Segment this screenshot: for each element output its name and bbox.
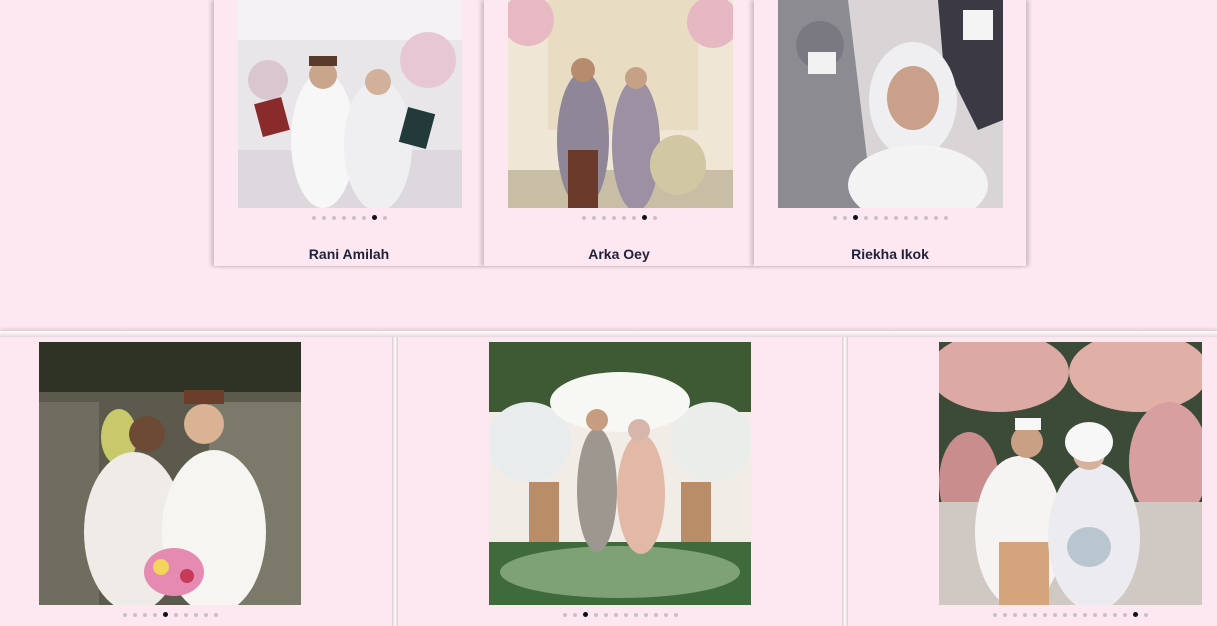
- carousel-dot-active[interactable]: [852, 215, 858, 220]
- carousel-dot[interactable]: [1053, 612, 1057, 617]
- carousel-dot-active[interactable]: [641, 215, 647, 220]
- wedding-photo-6[interactable]: [939, 342, 1202, 605]
- carousel-dot[interactable]: [562, 612, 567, 617]
- carousel-dot[interactable]: [1123, 612, 1127, 617]
- carousel-dot[interactable]: [611, 215, 616, 220]
- carousel-dot[interactable]: [1103, 612, 1107, 617]
- carousel-dot[interactable]: [122, 612, 127, 617]
- carousel-dot[interactable]: [842, 215, 847, 220]
- carousel-dot[interactable]: [923, 215, 928, 220]
- carousel-dot[interactable]: [213, 612, 218, 617]
- carousel-dot[interactable]: [673, 612, 678, 617]
- portfolio-card-4[interactable]: [0, 337, 392, 626]
- carousel-dot[interactable]: [832, 215, 837, 220]
- portfolio-card-3[interactable]: Riekha Ikok: [754, 0, 1026, 266]
- carousel-dot[interactable]: [1113, 612, 1117, 617]
- carousel-dot[interactable]: [311, 215, 316, 220]
- carousel-dot[interactable]: [331, 215, 336, 220]
- carousel-dot[interactable]: [361, 215, 366, 220]
- carousel-dot[interactable]: [663, 612, 668, 617]
- carousel-dot-active[interactable]: [162, 612, 168, 617]
- carousel-dots-2: [484, 215, 754, 220]
- carousel-dot[interactable]: [1073, 612, 1077, 617]
- carousel-dot[interactable]: [142, 612, 147, 617]
- carousel-dot[interactable]: [913, 215, 918, 220]
- carousel-dot[interactable]: [132, 612, 137, 617]
- carousel-dot[interactable]: [1063, 612, 1067, 617]
- carousel-dot[interactable]: [581, 215, 586, 220]
- carousel-dot[interactable]: [193, 612, 198, 617]
- carousel-dot[interactable]: [883, 215, 888, 220]
- carousel-dot[interactable]: [593, 612, 598, 617]
- carousel-dot[interactable]: [643, 612, 648, 617]
- carousel-dot[interactable]: [943, 215, 948, 220]
- portfolio-card-2[interactable]: Arka Oey: [484, 0, 754, 266]
- portfolio-card-6[interactable]: [848, 337, 1217, 626]
- carousel-dot[interactable]: [572, 612, 577, 617]
- carousel-dot-active[interactable]: [1133, 612, 1138, 617]
- carousel-dot[interactable]: [1033, 612, 1037, 617]
- carousel-dot[interactable]: [653, 612, 658, 617]
- carousel-dot[interactable]: [903, 215, 908, 220]
- wedding-photo-4[interactable]: [39, 342, 301, 605]
- carousel-dot[interactable]: [993, 612, 997, 617]
- carousel-dots-5: [489, 612, 751, 617]
- carousel-dot[interactable]: [933, 215, 938, 220]
- carousel-dots-1: [214, 215, 484, 220]
- wedding-photo-3[interactable]: [778, 0, 1003, 208]
- carousel-dots-3: [754, 215, 1026, 220]
- carousel-dot[interactable]: [173, 612, 178, 617]
- carousel-dot[interactable]: [631, 215, 636, 220]
- carousel-dot-active[interactable]: [371, 215, 377, 220]
- carousel-dots-6: [939, 612, 1202, 617]
- wedding-photo-1[interactable]: [238, 0, 462, 208]
- wedding-photo-2[interactable]: [508, 0, 733, 208]
- carousel-dot[interactable]: [1083, 612, 1087, 617]
- carousel-dot[interactable]: [1023, 612, 1027, 617]
- carousel-dot[interactable]: [613, 612, 618, 617]
- wedding-photo-5[interactable]: [489, 342, 751, 605]
- carousel-dot[interactable]: [1093, 612, 1097, 617]
- carousel-dot[interactable]: [321, 215, 326, 220]
- carousel-dot[interactable]: [873, 215, 878, 220]
- carousel-dot[interactable]: [603, 612, 608, 617]
- carousel-dot[interactable]: [341, 215, 346, 220]
- carousel-dot[interactable]: [351, 215, 356, 220]
- portfolio-card-1[interactable]: Rani Amilah: [214, 0, 484, 266]
- carousel-dot[interactable]: [863, 215, 868, 220]
- carousel-dot[interactable]: [183, 612, 188, 617]
- client-name-3: Riekha Ikok: [851, 246, 929, 262]
- client-name-2: Arka Oey: [588, 246, 650, 262]
- carousel-dot[interactable]: [1144, 612, 1148, 617]
- carousel-dot-active[interactable]: [582, 612, 588, 617]
- carousel-dot[interactable]: [591, 215, 596, 220]
- carousel-dot[interactable]: [893, 215, 898, 220]
- portfolio-card-5[interactable]: [398, 337, 842, 626]
- carousel-dot[interactable]: [1043, 612, 1047, 617]
- carousel-dot[interactable]: [1013, 612, 1017, 617]
- carousel-dot[interactable]: [621, 215, 626, 220]
- carousel-dot[interactable]: [601, 215, 606, 220]
- carousel-dot[interactable]: [1003, 612, 1007, 617]
- carousel-dot[interactable]: [203, 612, 208, 617]
- carousel-dot[interactable]: [382, 215, 387, 220]
- carousel-dot[interactable]: [623, 612, 628, 617]
- carousel-dots-4: [39, 612, 301, 617]
- client-name-1: Rani Amilah: [308, 246, 390, 262]
- carousel-dot[interactable]: [652, 215, 657, 220]
- carousel-dot[interactable]: [633, 612, 638, 617]
- carousel-dot[interactable]: [152, 612, 157, 617]
